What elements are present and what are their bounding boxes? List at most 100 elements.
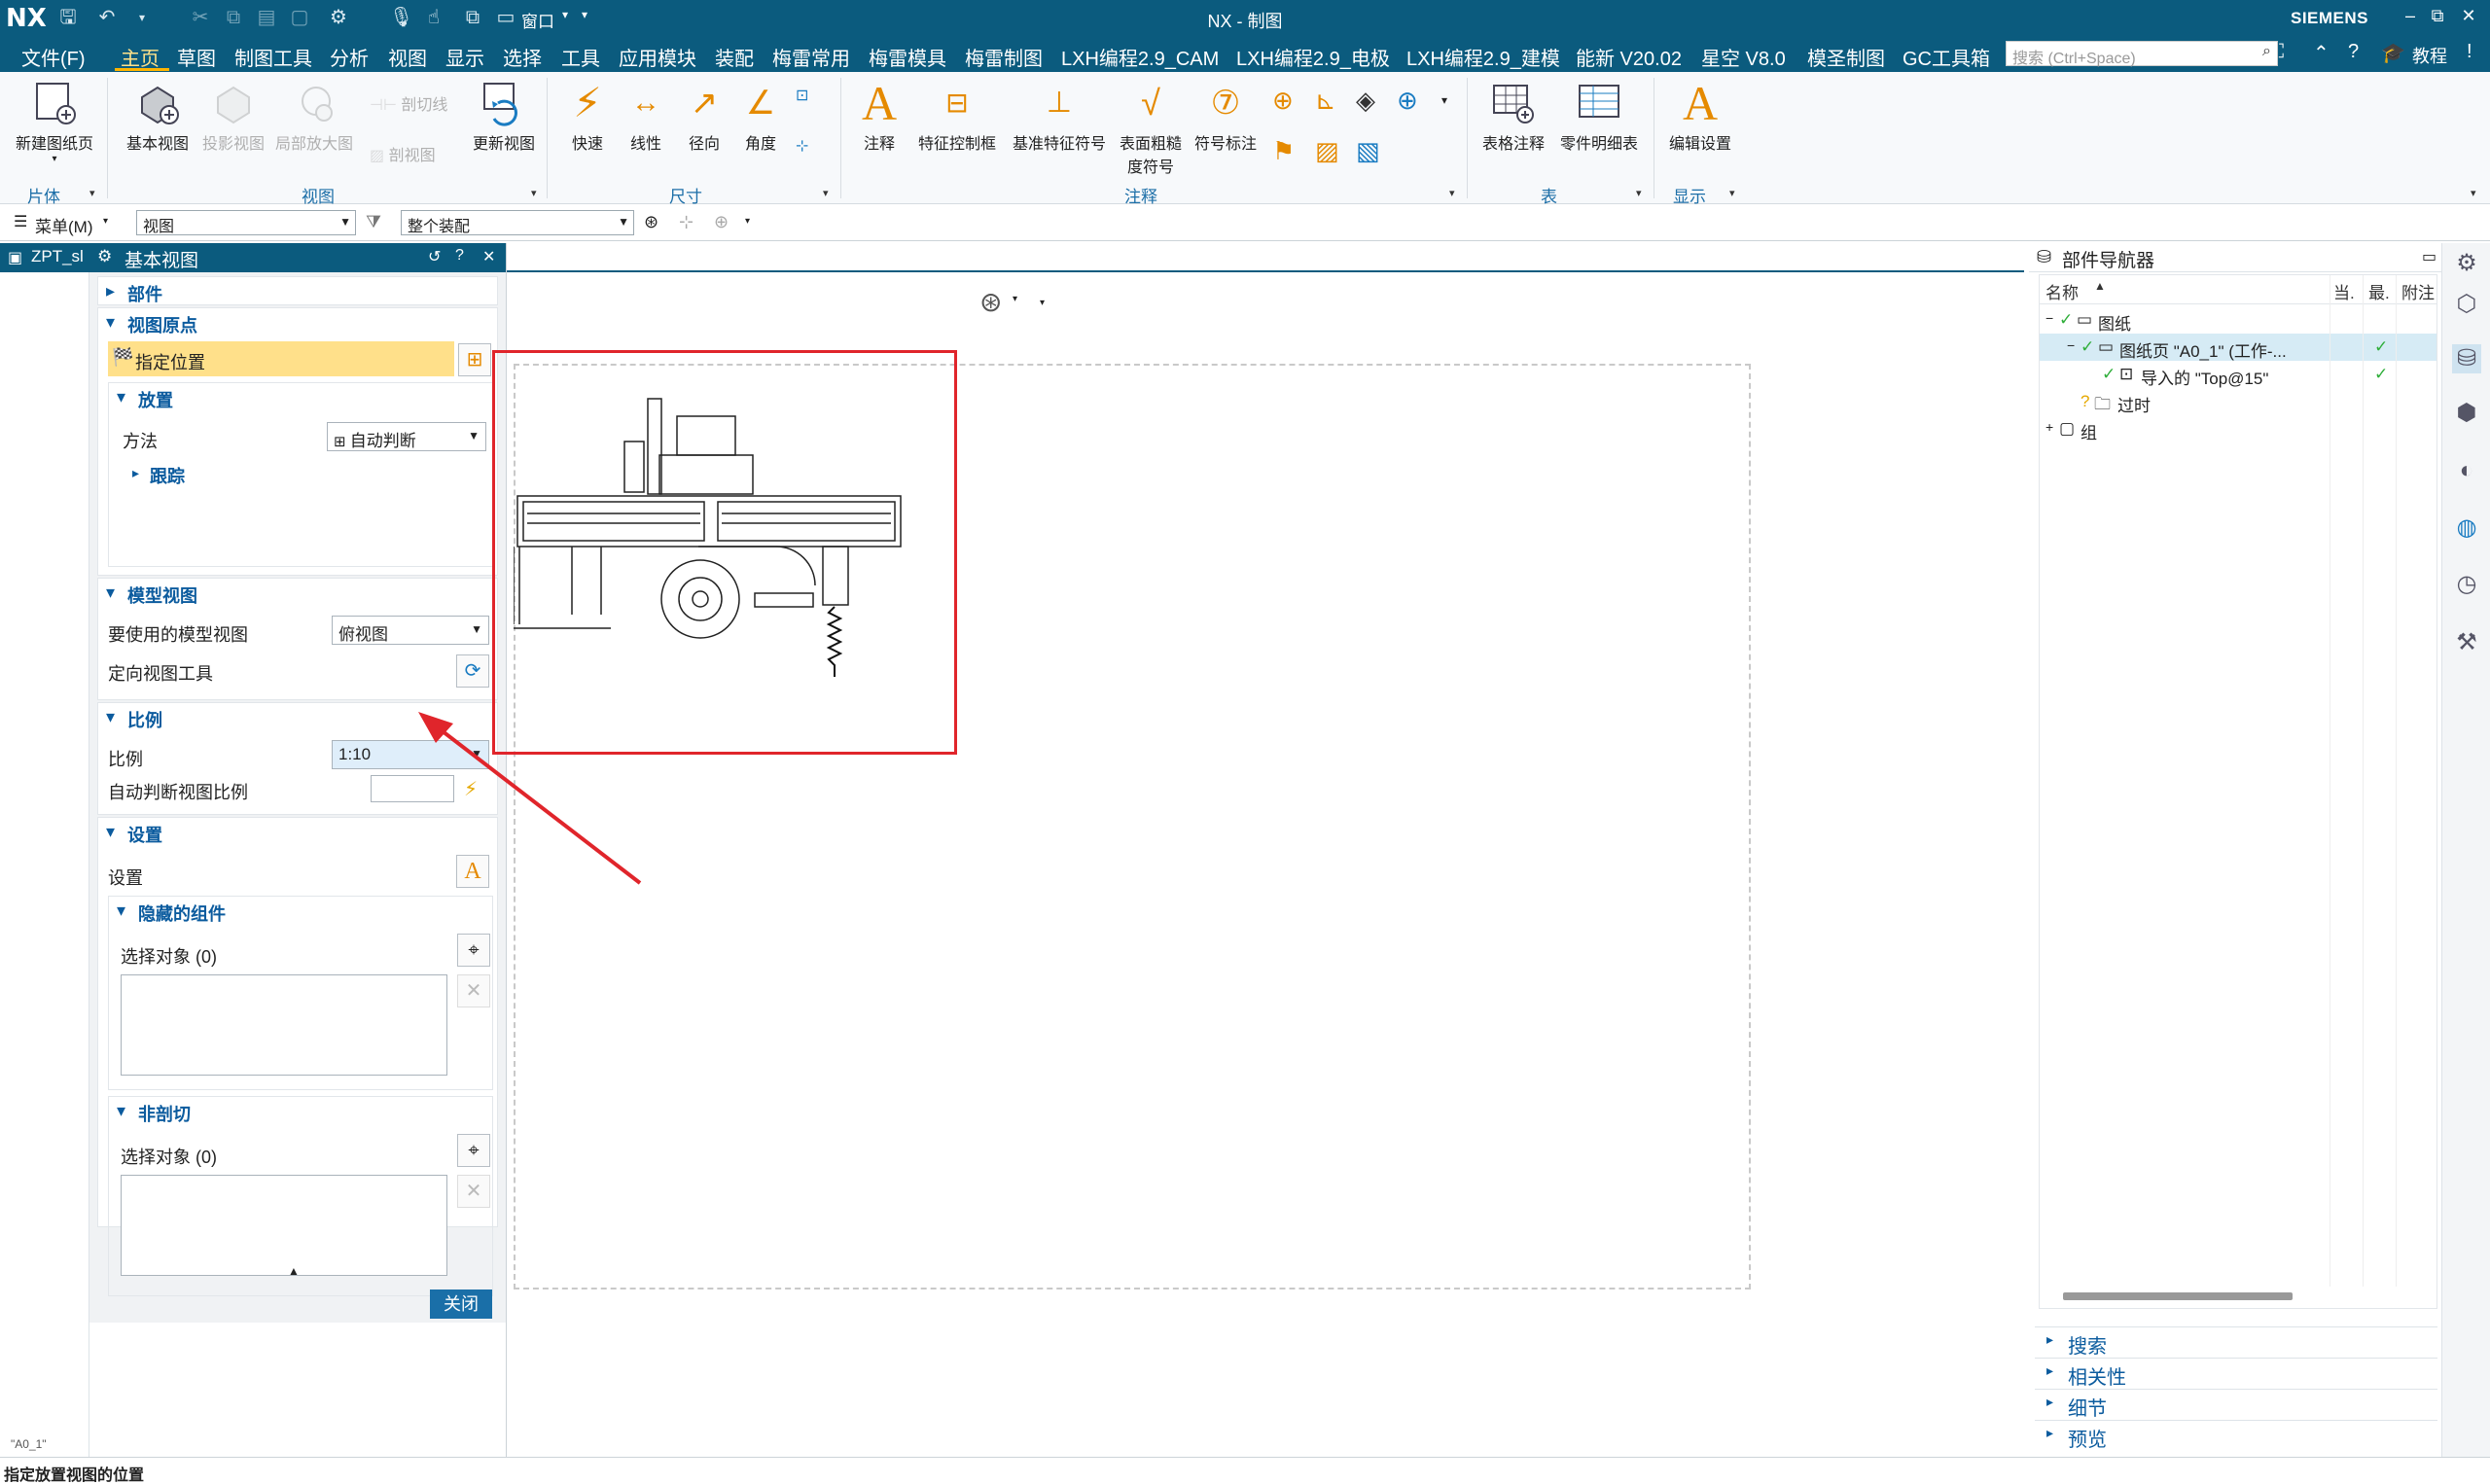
settings-gear-icon[interactable]: ⚙ [2452,249,2481,278]
notification-icon[interactable]: ! [2467,41,2472,63]
menu-chevron-icon[interactable]: ▾ [103,216,108,227]
hidden-components-header[interactable]: 隐藏的组件 [138,901,226,926]
tab-applications[interactable]: 应用模块 [619,43,696,71]
horizontal-scrollbar[interactable] [2063,1292,2293,1300]
close-dialog-icon[interactable]: ✕ [482,247,495,266]
tab-assemblies[interactable]: 装配 [715,43,754,71]
file-menu[interactable]: 文件(F) [21,43,86,71]
help-icon[interactable]: ? [2348,41,2359,63]
assembly-navigator-icon[interactable]: ⬡ [2452,290,2481,319]
note-button[interactable]: A 注释 [850,79,908,154]
tab-meilei-mold[interactable]: 梅雷模具 [869,43,946,71]
select-object-crosshair-icon[interactable]: ⌖ [457,1134,490,1167]
tab-tools[interactable]: 工具 [561,43,600,71]
column-notes[interactable]: 附注 [2401,279,2435,303]
group-sheet-chevron-icon[interactable]: ▾ [89,187,95,199]
collapse-ribbon-icon[interactable]: ⌃ [2313,41,2330,65]
orient-view-icon[interactable]: ⟳ [456,654,489,688]
search-panel[interactable]: ▸ 搜索 [2035,1326,2437,1358]
gear-icon[interactable]: ⚙ [97,247,112,266]
tabular-note-button[interactable]: 表格注释 [1476,80,1550,154]
new-sheet-button[interactable]: 新建图纸页 ▾ [10,80,99,164]
collapse-tree-icon[interactable]: − [2045,310,2053,326]
tree-row-drawing[interactable]: − ✓ ▭ 图纸 [2040,306,2437,334]
group-table-chevron-icon[interactable]: ▾ [1636,187,1642,199]
balloon-button[interactable]: ⑦ 符号标注 [1189,80,1263,154]
datum-target-icon[interactable]: ⊾ [1315,86,1336,116]
edit-settings-button[interactable]: A 编辑设置 [1663,79,1737,154]
datum-feature-symbol-button[interactable]: ⊥ 基准特征符号 [1006,80,1113,154]
image-icon[interactable]: ▧ [1356,136,1380,166]
menu-icon[interactable]: ☰ [14,212,27,231]
point-dialog-icon[interactable]: ⊞ [458,343,491,376]
tab-view[interactable]: 视图 [388,43,427,71]
tools-icon[interactable]: ⚒ [2452,628,2481,657]
model-view-header[interactable]: 模型视图 [127,583,197,608]
tab-analysis[interactable]: 分析 [330,43,369,71]
flag-icon[interactable]: ⚑ [1272,136,1295,166]
tree-row-imported-view[interactable]: ✓ ⊡ 导入的 "Top@15" ✓ [2040,361,2437,388]
dependencies-panel[interactable]: ▸ 相关性 [2035,1358,2437,1389]
tree-row-outdated[interactable]: ? 🗀 过时 [2040,388,2437,415]
details-panel[interactable]: ▸ 细节 [2035,1389,2437,1420]
assembly-scope-dropdown[interactable]: 整个装配 ▼ [401,210,634,235]
tab-gc-toolbox[interactable]: GC工具箱 [1903,43,1990,71]
menu-button[interactable]: 菜单(M) [35,213,92,237]
select-object-crosshair-icon[interactable]: ⌖ [457,934,490,967]
column-name[interactable]: 名称 [2045,279,2079,303]
tab-meilei-common[interactable]: 梅雷常用 [772,43,850,71]
surface-finish-button[interactable]: √ 表面粗糙 度符号 [1115,80,1187,177]
centerline-chevron-icon[interactable]: ▾ [1441,93,1447,107]
non-section-header[interactable]: 非剖切 [138,1101,191,1126]
method-dropdown[interactable]: ⊞ 自动判断 ▼ [327,422,486,451]
fullscreen-icon[interactable]: ⛶ [2270,41,2284,63]
centerline-icon[interactable]: ⊕ [1397,86,1418,116]
specify-location-row[interactable]: 🏁 指定位置 [108,341,454,376]
tab-nengxin[interactable]: 能新 V20.02 [1576,43,1682,71]
command-search-input[interactable]: 搜索 (Ctrl+Space) ⌕ [2006,41,2278,67]
crosshatch-icon[interactable]: ▨ [1315,136,1339,166]
placement-header[interactable]: 放置 [138,387,173,412]
view-triad-chevron-icon[interactable]: ▾ [1013,294,1017,304]
expand-tree-icon[interactable]: + [2045,419,2053,435]
scale-header[interactable]: 比例 [127,707,162,732]
tree-row-sheet[interactable]: − ✓ ▭ 图纸页 "A0_1" (工作-... ✓ [2040,334,2437,361]
history-icon[interactable]: ◷ [2452,570,2481,599]
select-target-icon[interactable]: ⊛ [644,212,658,232]
part-section-header[interactable]: 部件 [127,281,162,306]
view-origin-header[interactable]: 视图原点 [127,312,197,337]
projected-view-button[interactable]: 投影视图 [196,80,270,154]
tab-home[interactable]: 主页 [121,43,160,71]
restore-icon[interactable]: ⧉ [2424,6,2451,26]
ribbon-options-chevron-icon[interactable]: ▾ [2471,187,2476,199]
part-file-tab[interactable]: ZPT_sl [31,247,89,266]
tracking-header[interactable]: 跟踪 [150,463,185,488]
group-display-chevron-icon[interactable]: ▾ [1729,187,1735,199]
preview-panel[interactable]: ▸ 预览 [2035,1420,2437,1451]
reset-icon[interactable]: ↺ [428,247,441,266]
close-button[interactable]: 关闭 [430,1290,492,1319]
help-icon[interactable]: ? [455,247,464,265]
reuse-library-icon[interactable]: ◐ [2452,457,2481,486]
update-view-button[interactable]: 更新视图 [467,80,541,154]
new-sheet-chevron-icon[interactable]: ▾ [10,154,99,164]
detail-view-button[interactable]: 局部放大图 [270,80,358,154]
target-point-icon[interactable]: ⊕ [1272,86,1294,116]
remove-icon[interactable]: ✕ [457,1175,490,1208]
ordinate-dimension-icon[interactable]: ⊹ [796,136,808,156]
group-annotation-chevron-icon[interactable]: ▾ [1449,187,1455,199]
remove-icon[interactable]: ✕ [457,974,490,1007]
column-current[interactable]: 当. [2333,279,2355,303]
part-navigator-icon[interactable]: ⛁ [2452,344,2481,373]
tab-lxh-cam[interactable]: LXH编程2.9_CAM [1061,43,1219,71]
tree-row-group[interactable]: + ▢ 组 [2040,415,2437,442]
part-section[interactable]: ▸ 部件 [97,276,498,305]
tab-sketch[interactable]: 草图 [177,43,216,71]
chamfer-dimension-icon[interactable]: ⊡ [796,86,808,105]
parts-list-button[interactable]: 零件明细表 [1552,80,1646,154]
angular-dimension-button[interactable]: ∠ 角度 [731,80,790,154]
tab-xingkong[interactable]: 星空 V8.0 [1701,43,1786,71]
snap-chevron-icon[interactable]: ▾ [745,216,750,227]
settings-header[interactable]: 设置 [127,822,162,847]
model-view-dropdown[interactable]: 俯视图 ▼ [332,616,489,645]
